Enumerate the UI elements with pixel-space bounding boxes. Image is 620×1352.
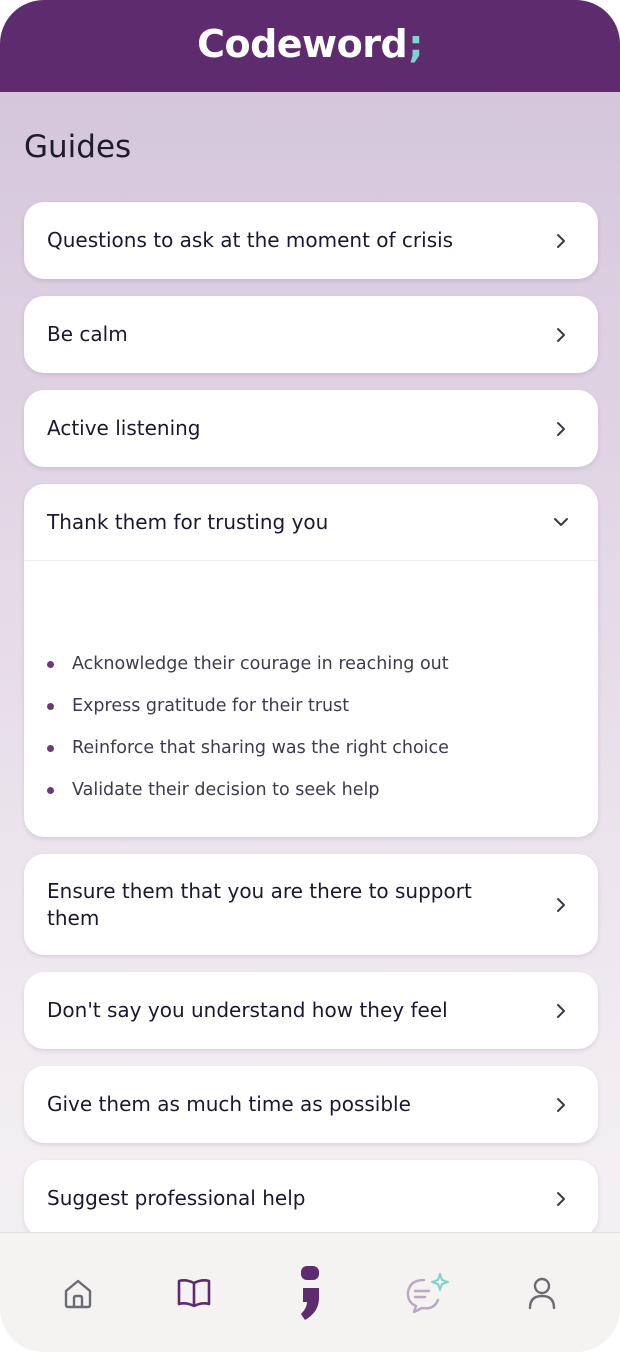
guide-title: Ensure them that you are there to suppor… (47, 878, 472, 930)
guide-card[interactable]: Don't say you understand how they feel (24, 972, 598, 1049)
guide-card-header[interactable]: Don't say you understand how they feel (24, 972, 598, 1049)
codeword-mark-icon (301, 1266, 319, 1320)
list-item: Acknowledge their courage in reaching ou… (47, 643, 575, 685)
tab-ai-chat[interactable] (396, 1263, 456, 1323)
guide-title: Thank them for trusting you (47, 509, 329, 534)
guide-title: Don't say you understand how they feel (47, 998, 448, 1022)
home-icon (64, 1279, 92, 1309)
guide-card[interactable]: Active listening (24, 390, 598, 467)
list-item: Express gratitude for their trust (47, 685, 575, 727)
guide-card-header[interactable]: Give them as much time as possible (24, 1066, 598, 1143)
page-title: Guides (24, 129, 132, 165)
point-text: Reinforce that sharing was the right cho… (72, 738, 449, 758)
chevron-right-icon (552, 1190, 570, 1208)
app-screen: Codeword; Guides Questions to ask at the… (0, 0, 620, 1352)
guide-title: Be calm (47, 322, 128, 346)
list-item: Reinforce that sharing was the right cho… (47, 727, 575, 769)
chevron-right-icon (552, 232, 570, 250)
guide-title: Suggest professional help (47, 1186, 306, 1210)
guides-content: Guides Questions to ask at the moment of… (24, 92, 598, 1254)
book-icon (177, 1279, 211, 1308)
guide-title: Active listening (47, 416, 201, 440)
bullet-icon (47, 744, 54, 752)
profile-icon (528, 1277, 556, 1310)
point-text: Validate their decision to seek help (72, 780, 380, 800)
app-header: Codeword; (0, 0, 620, 92)
guide-card-body: Acknowledge their courage in reaching ou… (24, 561, 598, 837)
chevron-right-icon (552, 896, 570, 914)
guide-card[interactable]: Ensure them that you are there to suppor… (24, 854, 598, 955)
guide-title: Give them as much time as possible (47, 1092, 411, 1116)
guide-card-expanded[interactable]: Thank them for trusting you Acknowledge … (24, 484, 598, 837)
point-text: Acknowledge their courage in reaching ou… (72, 654, 449, 674)
chevron-right-icon (552, 420, 570, 438)
tab-guides[interactable] (164, 1263, 224, 1323)
tab-codeword[interactable] (280, 1263, 340, 1323)
guide-list: Questions to ask at the moment of crisis… (24, 202, 598, 1237)
bullet-icon (47, 786, 54, 794)
guide-card[interactable]: Suggest professional help (24, 1160, 598, 1237)
guide-points: Acknowledge their courage in reaching ou… (47, 643, 575, 811)
chevron-down-icon (552, 513, 570, 531)
guide-card-header[interactable]: Questions to ask at the moment of crisis (24, 202, 598, 279)
guide-card-header[interactable]: Active listening (24, 390, 598, 467)
brand-name: Codeword (197, 22, 408, 66)
guide-card-header[interactable]: Ensure them that you are there to suppor… (24, 854, 598, 955)
tab-profile[interactable] (512, 1263, 572, 1323)
chevron-right-icon (552, 1096, 570, 1114)
point-text: Express gratitude for their trust (72, 696, 350, 716)
bottom-tab-bar (0, 1232, 620, 1352)
guide-card-header[interactable]: Thank them for trusting you (24, 484, 598, 561)
guide-card[interactable]: Be calm (24, 296, 598, 373)
chevron-right-icon (552, 326, 570, 344)
guide-title: Questions to ask at the moment of crisis (47, 228, 454, 252)
brand-semicolon: ; (408, 22, 423, 66)
chevron-right-icon (552, 1002, 570, 1020)
bullet-icon (47, 702, 54, 710)
ai-chat-icon (406, 1273, 449, 1314)
bullet-icon (47, 660, 54, 668)
guide-card-header[interactable]: Be calm (24, 296, 598, 373)
guide-card-header[interactable]: Suggest professional help (24, 1160, 598, 1237)
list-item: Validate their decision to seek help (47, 769, 575, 811)
tab-home[interactable] (48, 1263, 108, 1323)
brand-logo: Codeword; (197, 22, 423, 66)
guide-card[interactable]: Give them as much time as possible (24, 1066, 598, 1143)
guide-card[interactable]: Questions to ask at the moment of crisis (24, 202, 598, 279)
